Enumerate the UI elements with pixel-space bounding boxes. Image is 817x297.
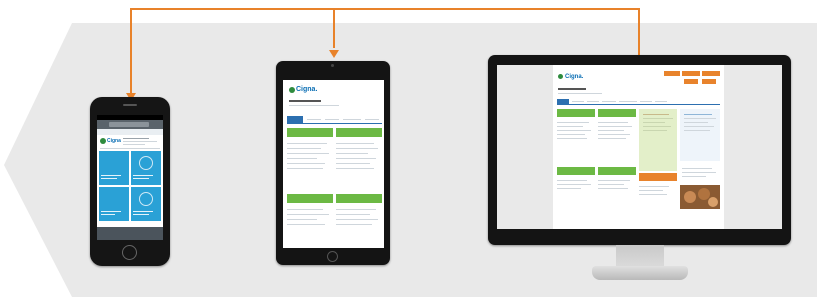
tablet-device: Cigna. bbox=[276, 61, 390, 265]
phone-tile[interactable] bbox=[131, 187, 161, 221]
tablet-screen: Cigna. bbox=[283, 80, 384, 248]
phone-tile[interactable] bbox=[99, 187, 129, 221]
tablet-tab-bar bbox=[287, 116, 382, 124]
responsive-devices-diagram: Cigna Cigna. Cigna. bbox=[0, 0, 817, 297]
desktop-logo-row: Cigna. bbox=[558, 72, 598, 82]
phone-tile[interactable] bbox=[99, 151, 129, 185]
tile-icon bbox=[139, 192, 153, 206]
tablet-logo-row: Cigna. bbox=[289, 85, 329, 95]
desktop-card bbox=[557, 167, 595, 207]
desktop-tab-bar bbox=[557, 99, 720, 105]
desktop-promo-card bbox=[639, 109, 677, 171]
tablet-tab-active[interactable] bbox=[287, 116, 303, 123]
monitor-screen: Cigna. bbox=[497, 65, 782, 229]
tablet-camera bbox=[331, 64, 334, 67]
tablet-card bbox=[336, 194, 382, 246]
desktop-card-orange bbox=[639, 173, 677, 207]
phone-app-header bbox=[97, 129, 163, 135]
desktop-card bbox=[680, 165, 720, 181]
desktop-side-card bbox=[680, 109, 720, 161]
phone-screen: Cigna bbox=[97, 115, 163, 240]
phone-logo-text: Cigna bbox=[107, 138, 121, 144]
desktop-family-photo bbox=[680, 185, 720, 209]
desktop-monitor: Cigna. bbox=[488, 55, 791, 245]
desktop-utility-button[interactable] bbox=[664, 71, 680, 76]
tablet-card bbox=[287, 194, 333, 246]
desktop-tab-active[interactable] bbox=[557, 99, 569, 104]
desktop-card bbox=[598, 109, 636, 161]
desktop-logo-text: Cigna. bbox=[565, 74, 584, 80]
tile-icon bbox=[139, 156, 153, 170]
desktop-utility-button[interactable] bbox=[682, 71, 700, 76]
phone-url-field bbox=[109, 122, 149, 127]
desktop-page: Cigna. bbox=[553, 65, 724, 229]
desktop-card bbox=[557, 109, 595, 161]
desktop-utility-button[interactable] bbox=[684, 79, 698, 84]
phone-bottom-toolbar bbox=[97, 227, 163, 240]
tablet-home-button bbox=[327, 251, 338, 262]
tablet-card bbox=[336, 128, 382, 188]
desktop-card bbox=[598, 167, 636, 207]
smartphone-device: Cigna bbox=[90, 97, 170, 266]
phone-welcome-area bbox=[123, 138, 159, 145]
cigna-tree-icon bbox=[100, 138, 106, 144]
phone-tile[interactable] bbox=[131, 151, 161, 185]
phone-home-button bbox=[122, 245, 137, 260]
tablet-card bbox=[287, 128, 333, 188]
phone-speaker bbox=[123, 104, 137, 106]
tablet-logo-text: Cigna. bbox=[296, 86, 318, 93]
desktop-utility-button[interactable] bbox=[702, 79, 716, 84]
cigna-tree-icon bbox=[289, 87, 295, 93]
cigna-tree-icon bbox=[558, 74, 563, 79]
desktop-utility-button[interactable] bbox=[702, 71, 720, 76]
monitor-base bbox=[592, 266, 688, 280]
